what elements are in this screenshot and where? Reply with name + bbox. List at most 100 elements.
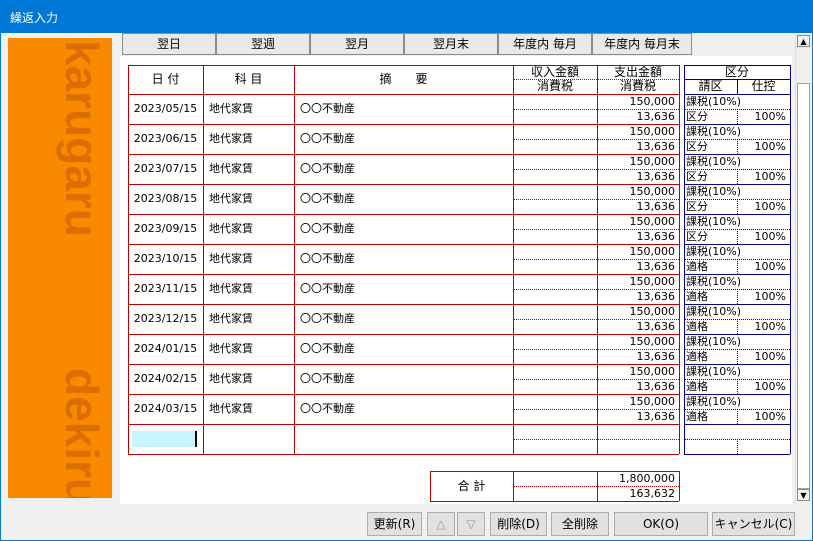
move-down-button[interactable]: ▽ xyxy=(457,512,485,536)
scroll-up-arrow-icon[interactable]: ▲ xyxy=(797,35,810,47)
update-button[interactable]: 更新(R) xyxy=(367,512,422,536)
row-expense-tax[interactable]: 13,636 xyxy=(597,199,676,214)
quick-button-2[interactable]: 翌週 xyxy=(216,33,310,55)
row-req-category[interactable]: 適格 xyxy=(686,379,737,394)
row-account[interactable]: 地代家賃 xyxy=(209,214,294,244)
row-req-category[interactable]: 区分 xyxy=(686,169,737,184)
row-date[interactable]: 2023/12/15 xyxy=(128,304,203,334)
row-summary[interactable]: 〇〇不動産 xyxy=(300,364,513,394)
row-expense[interactable]: 150,000 xyxy=(597,214,676,229)
row-expense-tax[interactable]: 13,636 xyxy=(597,229,676,244)
row-deduction[interactable]: 100% xyxy=(737,379,786,394)
row-deduction[interactable]: 100% xyxy=(737,169,786,184)
row-tax-category[interactable]: 課税(10%) xyxy=(686,214,790,229)
quick-button-3[interactable]: 翌月 xyxy=(310,33,404,55)
row-expense-tax[interactable]: 13,636 xyxy=(597,109,676,124)
row-date[interactable]: 2024/01/15 xyxy=(128,334,203,364)
row-req-category[interactable]: 適格 xyxy=(686,289,737,304)
row-tax-category[interactable]: 課税(10%) xyxy=(686,94,790,109)
row-req-category[interactable]: 適格 xyxy=(686,409,737,424)
row-date[interactable]: 2024/02/15 xyxy=(128,364,203,394)
row-req-category[interactable]: 区分 xyxy=(686,199,737,214)
row-summary[interactable]: 〇〇不動産 xyxy=(300,334,513,364)
row-summary[interactable]: 〇〇不動産 xyxy=(300,394,513,424)
row-date[interactable]: 2023/10/15 xyxy=(128,244,203,274)
cancel-button[interactable]: キャンセル(C) xyxy=(712,512,795,536)
row-req-category[interactable]: 適格 xyxy=(686,319,737,334)
row-deduction[interactable]: 100% xyxy=(737,229,786,244)
row-date[interactable]: 2023/08/15 xyxy=(128,184,203,214)
quick-button-5[interactable]: 年度内 毎月 xyxy=(498,33,592,55)
row-expense[interactable]: 150,000 xyxy=(597,364,676,379)
row-tax-category[interactable]: 課税(10%) xyxy=(686,394,790,409)
row-summary[interactable]: 〇〇不動産 xyxy=(300,154,513,184)
row-tax-category[interactable]: 課税(10%) xyxy=(686,364,790,379)
new-date-input[interactable] xyxy=(132,431,197,447)
row-tax-category[interactable]: 課税(10%) xyxy=(686,154,790,169)
row-date[interactable]: 2023/11/15 xyxy=(128,274,203,304)
row-deduction[interactable]: 100% xyxy=(737,289,786,304)
row-deduction[interactable]: 100% xyxy=(737,109,786,124)
row-account[interactable]: 地代家賃 xyxy=(209,274,294,304)
delete-button[interactable]: 削除(D) xyxy=(490,512,547,536)
row-expense[interactable]: 150,000 xyxy=(597,124,676,139)
row-expense-tax[interactable]: 13,636 xyxy=(597,349,676,364)
row-deduction[interactable]: 100% xyxy=(737,319,786,334)
quick-button-1[interactable]: 翌日 xyxy=(122,33,216,55)
row-expense-tax[interactable]: 13,636 xyxy=(597,409,676,424)
row-account[interactable]: 地代家賃 xyxy=(209,124,294,154)
row-account[interactable]: 地代家賃 xyxy=(209,244,294,274)
row-req-category[interactable]: 区分 xyxy=(686,229,737,244)
row-expense-tax[interactable]: 13,636 xyxy=(597,379,676,394)
row-expense[interactable]: 150,000 xyxy=(597,274,676,289)
row-expense[interactable]: 150,000 xyxy=(597,154,676,169)
scroll-down-arrow-icon[interactable]: ▼ xyxy=(797,489,810,501)
row-tax-category[interactable]: 課税(10%) xyxy=(686,274,790,289)
row-tax-category[interactable]: 課税(10%) xyxy=(686,334,790,349)
row-expense-tax[interactable]: 13,636 xyxy=(597,319,676,334)
row-summary[interactable]: 〇〇不動産 xyxy=(300,244,513,274)
row-date[interactable]: 2023/06/15 xyxy=(128,124,203,154)
row-expense-tax[interactable]: 13,636 xyxy=(597,259,676,274)
row-deduction[interactable]: 100% xyxy=(737,259,786,274)
row-expense-tax[interactable]: 13,636 xyxy=(597,139,676,154)
row-expense[interactable]: 150,000 xyxy=(597,184,676,199)
row-deduction[interactable]: 100% xyxy=(737,409,786,424)
delete-all-button[interactable]: 全削除 xyxy=(551,512,609,536)
row-summary[interactable]: 〇〇不動産 xyxy=(300,304,513,334)
row-summary[interactable]: 〇〇不動産 xyxy=(300,214,513,244)
row-expense[interactable]: 150,000 xyxy=(597,94,676,109)
row-expense[interactable]: 150,000 xyxy=(597,394,676,409)
row-account[interactable]: 地代家賃 xyxy=(209,184,294,214)
quick-button-4[interactable]: 翌月末 xyxy=(404,33,498,55)
row-date[interactable]: 2023/09/15 xyxy=(128,214,203,244)
row-summary[interactable]: 〇〇不動産 xyxy=(300,94,513,124)
row-account[interactable]: 地代家賃 xyxy=(209,304,294,334)
scroll-thumb[interactable] xyxy=(797,83,810,489)
move-up-button[interactable]: △ xyxy=(427,512,455,536)
row-expense[interactable]: 150,000 xyxy=(597,304,676,319)
row-req-category[interactable]: 適格 xyxy=(686,259,737,274)
row-account[interactable]: 地代家賃 xyxy=(209,394,294,424)
row-date[interactable]: 2023/07/15 xyxy=(128,154,203,184)
row-tax-category[interactable]: 課税(10%) xyxy=(686,124,790,139)
row-account[interactable]: 地代家賃 xyxy=(209,334,294,364)
row-account[interactable]: 地代家賃 xyxy=(209,94,294,124)
row-tax-category[interactable]: 課税(10%) xyxy=(686,184,790,199)
row-deduction[interactable]: 100% xyxy=(737,199,786,214)
row-date[interactable]: 2023/05/15 xyxy=(128,94,203,124)
vertical-scrollbar[interactable]: ▲ ▼ xyxy=(795,33,811,504)
row-summary[interactable]: 〇〇不動産 xyxy=(300,274,513,304)
row-summary[interactable]: 〇〇不動産 xyxy=(300,124,513,154)
row-account[interactable]: 地代家賃 xyxy=(209,364,294,394)
row-expense-tax[interactable]: 13,636 xyxy=(597,289,676,304)
row-req-category[interactable]: 区分 xyxy=(686,139,737,154)
row-tax-category[interactable]: 課税(10%) xyxy=(686,304,790,319)
row-date[interactable]: 2024/03/15 xyxy=(128,394,203,424)
row-req-category[interactable]: 適格 xyxy=(686,349,737,364)
row-deduction[interactable]: 100% xyxy=(737,139,786,154)
row-tax-category[interactable]: 課税(10%) xyxy=(686,244,790,259)
row-expense[interactable]: 150,000 xyxy=(597,334,676,349)
row-req-category[interactable]: 区分 xyxy=(686,109,737,124)
row-deduction[interactable]: 100% xyxy=(737,349,786,364)
